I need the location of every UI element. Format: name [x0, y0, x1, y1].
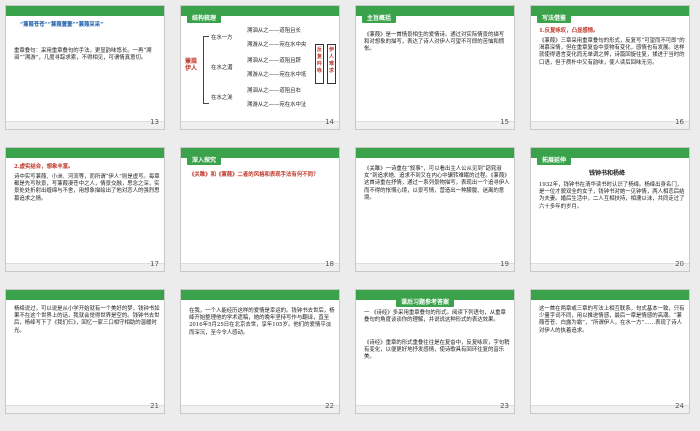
slide-thumbnail[interactable]: 课后习题参考答案 一 《诗经》多采用重章叠句的形式。阅读下列语句，从重章叠句的角…: [355, 289, 515, 414]
slide-footer: [6, 263, 164, 271]
slide-footer: [531, 405, 689, 413]
diagram-leaf: 溯游从之——宛在水中坻: [247, 72, 307, 78]
slide-header-bar: [356, 148, 514, 158]
slide-body: 杨绛说过，可以说是从小学开始就有一个美好的梦，钱钟书如果不在这个世界上的话，我就…: [14, 306, 160, 334]
slide-number: 17: [150, 260, 159, 268]
slide-heading: 钱钟书和杨绛: [589, 170, 626, 177]
slide-footer: [531, 263, 689, 271]
slide-heading: 2.虚实结合，想象丰富。: [14, 164, 74, 170]
slide-footer: [356, 121, 514, 129]
slide-heading: “蒹葭苍苍”“蒹葭萋萋”“蒹葭采采”: [20, 22, 104, 28]
slide-grid: “蒹葭苍苍”“蒹葭萋萋”“蒹葭采采” 重章叠句：采用重章叠句的手法，更显韵味悠长…: [0, 0, 700, 431]
slide-footer: [181, 405, 339, 413]
slide-number: 19: [500, 260, 509, 268]
slide-header-bar: [6, 6, 164, 16]
diagram-root-label: 蒹葭伊人: [185, 58, 198, 73]
slide-footer: [6, 121, 164, 129]
slide-footer: [181, 263, 339, 271]
slide-footer: [181, 121, 339, 129]
diagram-leaf: 溯洄从之——道阻且跻: [247, 58, 301, 64]
diagram-leaf: 溯洄从之——道阻且长: [247, 28, 301, 34]
slide-thumbnail[interactable]: 结构梳理 蒹葭伊人 在水一方 在水之湄 在水之涘 溯洄从之——道阻且长 溯游从之…: [180, 5, 340, 130]
slide-number: 22: [325, 402, 334, 410]
slide-body: 这一首在两章或三章的写法上相互联系，句式基本一致，只有少量字词不同，用以推进情感…: [539, 306, 685, 334]
diagram-leaf: 溯洄从之——道阻且右: [247, 88, 301, 94]
slide-thumbnail[interactable]: 杨绛说过，可以说是从小学开始就有一个美好的梦，钱钟书如果不在这个世界上的话，我就…: [5, 289, 165, 414]
slide-body: 《蒹葭》三章采用重章叠句的形式，反复写“可望而不可即”的渴慕深情，但在重章复沓中…: [539, 38, 685, 66]
slide-thumbnail[interactable]: 这一首在两章或三章的写法上相互联系，句式基本一致，只有少量字词不同，用以推进情感…: [530, 289, 690, 414]
slide-body: 《关雎》一诗重在“叙事”，可以看出主人公从见到“窈窕淑女”到追求她、追求不到又在…: [364, 166, 510, 201]
slide-number: 14: [325, 118, 334, 126]
slide-footer: [531, 121, 689, 129]
slide-header-bar: [6, 148, 164, 158]
slide-thumbnail[interactable]: 写法借鉴 1.反复咏叹，凸显感情。 《蒹葭》三章采用重章叠句的形式，反复写“可望…: [530, 5, 690, 130]
slide-number: 20: [675, 260, 684, 268]
slide-section-tab: 写法借鉴: [537, 12, 572, 23]
slide-number: 15: [500, 118, 509, 126]
slide-body: 1932年，钱钟书在清华读书时认识了杨绛。杨绛出身名门，是一位才貌双全的女子，钱…: [539, 182, 685, 210]
slide-thumbnail[interactable]: 2.虚实结合，想象丰富。 诗中实写蒹葭、小洲、河流等，而所谓“伊人”则是虚写。每…: [5, 147, 165, 272]
slide-body: 《诗经》重章的形式重叠往往是在复沓中，反复咏叹，字句稍有变化，以便更好地抒发感情…: [364, 340, 510, 361]
slide-section-tab: 深入探究: [187, 154, 222, 165]
slide-thumbnail[interactable]: 深入探究 《关雎》和《蒹葭》二者的风格和表现手法有何不同？ 18: [180, 147, 340, 272]
slide-header-bar: [181, 290, 339, 300]
slide-number: 13: [150, 118, 159, 126]
slide-section-tab: 拓展延伸: [537, 154, 572, 165]
slide-number: 21: [150, 402, 159, 410]
slide-question: 一 《诗经》多采用重章叠句的形式。阅读下列语句，从重章叠句的角度谈谈你的理解，并…: [364, 310, 506, 324]
slide-section-tab: 结构梳理: [187, 12, 222, 23]
diagram-bracket: [203, 36, 209, 104]
diagram-branch: 在水之湄: [211, 65, 233, 71]
diagram-branch: 在水一方: [211, 35, 233, 41]
slide-thumbnail[interactable]: “蒹葭苍苍”“蒹葭萋萋”“蒹葭采采” 重章叠句：采用重章叠句的手法，更显韵味悠长…: [5, 5, 165, 130]
diagram-theme-box: 伊人难求: [327, 44, 336, 84]
slide-number: 23: [500, 402, 509, 410]
slide-header-bar: [6, 290, 164, 300]
diagram-branch: 在水之涘: [211, 95, 233, 101]
slide-section-tab: 主旨概括: [362, 12, 397, 23]
slide-body: 诗中实写蒹葭、小洲、河流等，而所谓“伊人”则是虚写。每章都是先写秋景，写蒹葭凄苍…: [14, 174, 160, 202]
slide-heading: 1.反复咏叹，凸显感情。: [539, 28, 599, 34]
slide-body: 在我，一个人能经历这样的爱情是幸运的。钱钟书去世后，杨绛开始整理他的学术遗稿，她…: [189, 308, 335, 336]
slide-footer: [6, 405, 164, 413]
slide-question: 《关雎》和《蒹葭》二者的风格和表现手法有何不同？: [189, 172, 319, 178]
slide-thumbnail[interactable]: 《关雎》一诗重在“叙事”，可以看出主人公从见到“窈窕淑女”到追求她、追求不到又在…: [355, 147, 515, 272]
slide-number: 24: [675, 402, 684, 410]
diagram-leaf: 溯游从之——宛在水中央: [247, 42, 307, 48]
slide-body: 《蒹葭》是一首情景相生的爱情诗。通过对实际情景的描写和对想象的描写，表达了诗人对…: [364, 32, 505, 53]
slide-footer: [356, 405, 514, 413]
slide-section-tab: 课后习题参考答案: [396, 296, 455, 307]
slide-number: 18: [325, 260, 334, 268]
slide-number: 16: [675, 118, 684, 126]
slide-header-bar: [531, 290, 689, 300]
diagram-theme-box: 反复吟咏: [315, 44, 324, 84]
diagram-leaf: 溯游从之——宛在水中沚: [247, 102, 307, 108]
slide-thumbnail[interactable]: 在我，一个人能经历这样的爱情是幸运的。钱钟书去世后，杨绛开始整理他的学术遗稿，她…: [180, 289, 340, 414]
slide-thumbnail[interactable]: 拓展延伸 钱钟书和杨绛 1932年，钱钟书在清华读书时认识了杨绛。杨绛出身名门，…: [530, 147, 690, 272]
slide-body: 重章叠句：采用重章叠句的手法，更显韵味悠长。一再“溯洄”“溯游”，几度寻踪求索，…: [14, 48, 152, 62]
slide-footer: [356, 263, 514, 271]
slide-thumbnail[interactable]: 主旨概括 《蒹葭》是一首情景相生的爱情诗。通过对实际情景的描写和对想象的描写，表…: [355, 5, 515, 130]
